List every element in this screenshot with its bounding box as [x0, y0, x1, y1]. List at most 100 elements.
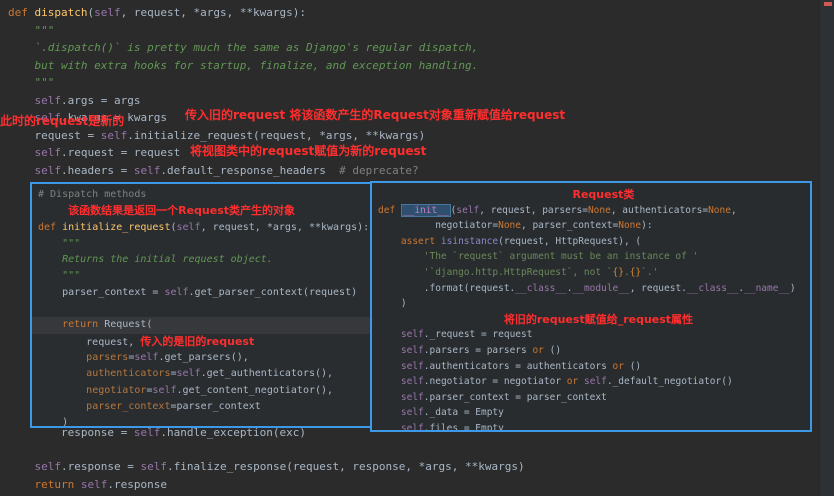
code-token: self: [176, 221, 201, 233]
code-token: negotiator: [86, 384, 147, 396]
code-token: None: [708, 204, 731, 216]
code-token: self: [400, 329, 424, 341]
code-line: .format(request.__class__.__module__, re…: [372, 281, 810, 297]
code-token: but with extra hooks for startup, finali…: [8, 58, 479, 72]
code-token: {}: [629, 266, 642, 278]
annotation-pass-old-request: 传入旧的request 将该函数产生的Request对象重新赋值给request: [185, 108, 566, 122]
code-token: self: [80, 477, 108, 491]
code-line: self.negotiator = negotiator or self._de…: [372, 374, 810, 390]
code-line: self.parser_context = parser_context: [372, 390, 810, 406]
code-token: self: [400, 407, 424, 419]
code-line: assert isinstance(request, HttpRequest),…: [372, 234, 810, 250]
request-class-init-snippet-box: Request类 def __init__ (self, request, pars…: [370, 181, 812, 432]
code-token: ,: [730, 204, 737, 216]
code-token: parsers: [86, 351, 129, 363]
code-token: (): [623, 360, 642, 372]
error-stripe-mark: [824, 2, 832, 6]
code-line: parsers=self.get_parsers(),: [32, 350, 370, 366]
annotation-assign-new-request: 将视图类中的request赋值为新的request: [190, 144, 427, 158]
code-line: `.dispatch()` is pretty much the same as…: [8, 39, 478, 57]
code-token: initialize_request: [62, 221, 171, 233]
code-token: (request, HttpRequest), (: [498, 235, 642, 247]
code-token: .parser_context = parser_context: [423, 391, 607, 403]
code-token: def: [38, 221, 63, 233]
code-token: __module__: [572, 282, 630, 294]
code-token: .parsers = parsers: [423, 344, 533, 356]
code-token: or: [612, 360, 624, 372]
code-token: self: [34, 146, 62, 159]
code-token: self: [456, 204, 480, 216]
code-line: self.headers = self.default_response_hea…: [8, 162, 478, 180]
code-token: {}: [612, 266, 624, 278]
code-token: , request, *args, **kwargs):: [200, 221, 370, 233]
code-line: 将旧的request赋值给_request属性: [372, 312, 810, 328]
code-line: request, 传入的是旧的request: [32, 334, 370, 350]
code-token: ._request = request: [423, 329, 533, 341]
code-token: .headers =: [61, 163, 134, 177]
code-line: negotiator=self.get_content_negotiator()…: [32, 383, 370, 399]
code-line: ): [32, 415, 370, 426]
code-token: .get_parser_context(request): [188, 286, 358, 298]
code-token: # Dispatch methods: [38, 189, 147, 200]
code-token: dispatch: [34, 6, 88, 19]
code-line: Request类: [372, 187, 810, 203]
code-token: self: [152, 384, 177, 396]
code-token: self: [176, 368, 201, 380]
code-token: self: [133, 163, 161, 177]
code-line: self.files = Empty: [372, 421, 810, 432]
code-token: ._default_negotiator(): [606, 376, 733, 388]
code-token: , request, *args, **kwargs):: [120, 6, 307, 19]
code-token: .files = Empty: [423, 422, 504, 432]
code-token: .negotiator = negotiator: [423, 376, 567, 388]
code-token: Request(: [104, 319, 153, 331]
code-token: __init__: [400, 203, 451, 217]
code-token: .args = args: [61, 93, 141, 107]
code-token: .initialize_request(request, *args, **kw…: [127, 128, 426, 142]
code-token: ): [789, 282, 796, 294]
code-token: .get_parsers(),: [158, 351, 249, 363]
code-line: negotiator=None, parser_context=None):: [372, 218, 810, 234]
code-line: def __init__ (self, request, parsers=None…: [372, 203, 810, 219]
inline-annotation: 传入的是旧的request: [140, 334, 255, 348]
code-token: Returns the initial request object.: [38, 254, 273, 266]
scrollbar-track[interactable]: [819, 0, 834, 496]
code-line: self._request = request: [372, 327, 810, 343]
code-token: , request.: [629, 282, 687, 294]
code-token: None: [498, 220, 521, 232]
code-token: .format(request.: [378, 282, 516, 294]
inline-annotation: Request类: [572, 188, 635, 201]
code-token: parser_context =: [38, 286, 165, 298]
code-token: or: [566, 376, 579, 388]
code-token: self: [100, 128, 128, 142]
code-line: but with extra hooks for startup, finali…: [8, 57, 478, 75]
code-editor: response = self.handle_exception(exc) de…: [0, 0, 834, 496]
code-token: isinstance: [440, 235, 499, 247]
code-token: .authenticators = authenticators: [423, 360, 613, 372]
code-token: request,: [38, 336, 141, 348]
code-token: """: [8, 76, 55, 89]
code-token: self: [400, 376, 424, 388]
code-token: 'The `request` argument must be an insta…: [378, 251, 699, 263]
code-token: =parser_context: [170, 400, 261, 412]
code-token: .response =: [61, 460, 141, 473]
code-token: .get_authenticators(),: [200, 368, 334, 380]
code-token: self: [34, 163, 62, 177]
code-line: '`django.http.HttpRequest`, not `{}.{}`.…: [372, 265, 810, 281]
inline-annotation: 该函数结果是返回一个Request类产生的对象: [68, 204, 296, 218]
code-token: self: [34, 460, 62, 473]
code-token: .finalize_response(request, response, *a…: [166, 460, 525, 473]
code-line: """: [32, 236, 370, 252]
code-line: Returns the initial request object.: [32, 252, 370, 268]
code-line: parser_context=parser_context: [32, 399, 370, 415]
code-token: ):: [641, 220, 653, 232]
